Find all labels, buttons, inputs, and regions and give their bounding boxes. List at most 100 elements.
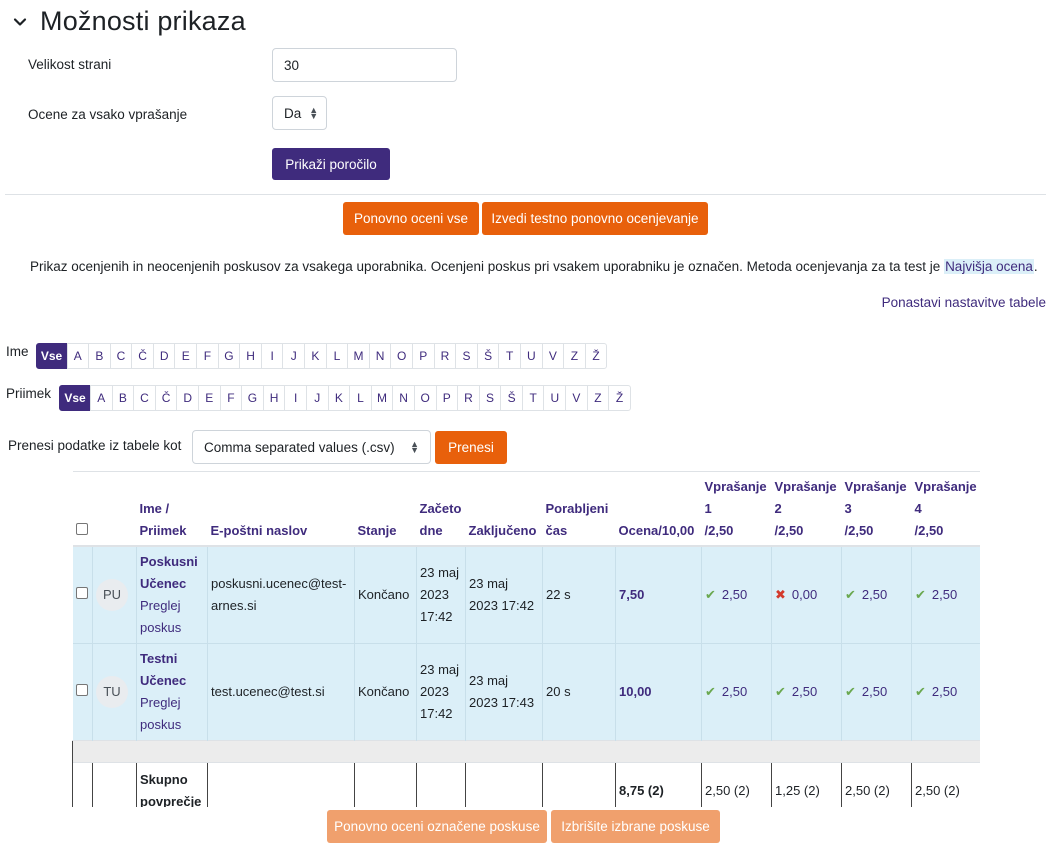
- question-2-header[interactable]: Vprašanje 2/2,50: [771, 471, 842, 547]
- initial-letter[interactable]: C: [133, 385, 156, 411]
- row-checkbox[interactable]: [75, 587, 88, 599]
- question-4-cell[interactable]: ✔ 2,50: [911, 545, 980, 644]
- initial-letter[interactable]: R: [457, 385, 480, 411]
- question-1-cell[interactable]: ✔ 2,50: [701, 545, 772, 644]
- initial-letter[interactable]: J: [305, 385, 329, 411]
- started-header[interactable]: Začeto dne: [416, 471, 466, 547]
- question-4-header[interactable]: Vprašanje 4/2,50: [911, 471, 980, 547]
- delete-selected-button[interactable]: Izbrišite izbrane poskuse: [551, 810, 720, 843]
- initial-letter[interactable]: I: [284, 385, 307, 411]
- reset-table-preferences-link[interactable]: Ponastavi nastavitve tabele: [882, 295, 1046, 310]
- initial-letter[interactable]: M: [370, 385, 394, 411]
- grade-link[interactable]: 10,00: [619, 684, 652, 699]
- page-size-input[interactable]: [272, 48, 457, 82]
- report-info-text: Prikaz ocenjenih in neocenjenih poskusov…: [30, 259, 1038, 274]
- grade-link[interactable]: 7,50: [619, 587, 644, 602]
- question-2-cell[interactable]: ✖ 0,00: [771, 545, 842, 644]
- time-taken-cell: 22 s: [542, 545, 616, 644]
- grade-header[interactable]: Ocena/10,00: [615, 471, 702, 547]
- initial-letter[interactable]: K: [304, 343, 327, 369]
- initial-letter[interactable]: Š: [500, 385, 523, 411]
- row-checkbox[interactable]: [75, 684, 88, 696]
- initial-letter[interactable]: T: [521, 385, 545, 411]
- state-header[interactable]: Stanje: [354, 471, 417, 547]
- initial-letter[interactable]: O: [390, 343, 414, 369]
- initial-letter[interactable]: Ž: [608, 385, 631, 411]
- user-name-link[interactable]: Testni Učenec: [140, 651, 186, 688]
- initial-letter[interactable]: Š: [476, 343, 500, 369]
- avatar[interactable]: PU: [96, 579, 128, 611]
- initial-letter[interactable]: A: [66, 343, 90, 369]
- email-cell: poskusni.ucenec@test-arnes.si: [207, 545, 355, 644]
- initial-letter[interactable]: E: [174, 343, 198, 369]
- initial-letter[interactable]: I: [260, 343, 284, 369]
- initial-letter[interactable]: N: [392, 385, 415, 411]
- initial-letter[interactable]: M: [347, 343, 370, 369]
- question-4-cell[interactable]: ✔ 2,50: [911, 643, 980, 741]
- initial-letter[interactable]: A: [90, 385, 113, 411]
- question-3-header[interactable]: Vprašanje 3/2,50: [841, 471, 912, 547]
- show-report-button[interactable]: Prikaži poročilo: [272, 148, 390, 180]
- dry-run-regrade-button[interactable]: Izvedi testno ponovno ocenjevanje: [482, 202, 708, 235]
- select-all-checkbox[interactable]: [75, 523, 88, 535]
- initial-letter[interactable]: J: [282, 343, 306, 369]
- initial-letter[interactable]: E: [197, 385, 221, 411]
- question-3-cell[interactable]: ✔ 2,50: [841, 643, 912, 741]
- initial-letter[interactable]: Z: [563, 343, 586, 369]
- initial-letter[interactable]: F: [196, 343, 219, 369]
- initial-letter[interactable]: F: [219, 385, 243, 411]
- initial-letter[interactable]: C: [109, 343, 133, 369]
- initial-letter[interactable]: T: [498, 343, 521, 369]
- initial-letter[interactable]: D: [152, 343, 176, 369]
- review-attempt-link[interactable]: Preglej poskus: [140, 695, 181, 732]
- question-1-header[interactable]: Vprašanje 1/2,50: [701, 471, 772, 547]
- chevron-down-icon[interactable]: [12, 14, 28, 30]
- initial-all[interactable]: Vse: [35, 343, 68, 369]
- initial-letter[interactable]: Č: [154, 385, 178, 411]
- download-button[interactable]: Prenesi: [435, 431, 507, 464]
- initial-letter[interactable]: N: [368, 343, 392, 369]
- initial-letter[interactable]: G: [241, 385, 264, 411]
- initial-letter[interactable]: K: [327, 385, 351, 411]
- initial-letter[interactable]: U: [519, 343, 543, 369]
- avatar[interactable]: TU: [96, 676, 128, 708]
- initial-letter[interactable]: R: [433, 343, 457, 369]
- options-section-header[interactable]: Možnosti prikaza: [12, 6, 246, 37]
- initial-letter[interactable]: B: [111, 385, 135, 411]
- table-header-row: Ime / Priimek E-poštni naslov Stanje Zače…: [72, 471, 980, 547]
- time-taken-header[interactable]: Porabljeni čas: [542, 471, 616, 547]
- initial-letter[interactable]: S: [455, 343, 478, 369]
- regrade-all-button[interactable]: Ponovno oceni vse: [343, 202, 479, 235]
- initial-letter[interactable]: U: [543, 385, 567, 411]
- initial-letter[interactable]: V: [565, 385, 588, 411]
- table-separator-row: [72, 740, 980, 763]
- per-question-label: Ocene za vsako vprašanje: [28, 107, 188, 122]
- initial-letter[interactable]: Ž: [584, 343, 608, 369]
- initial-letter[interactable]: Z: [586, 385, 610, 411]
- initial-letter[interactable]: G: [217, 343, 241, 369]
- initial-letter[interactable]: B: [88, 343, 111, 369]
- initial-letter[interactable]: P: [412, 343, 435, 369]
- question-1-cell[interactable]: ✔ 2,50: [701, 643, 772, 741]
- initial-letter[interactable]: S: [478, 385, 502, 411]
- question-3-cell[interactable]: ✔ 2,50: [841, 545, 912, 644]
- initial-letter[interactable]: D: [176, 385, 199, 411]
- email-header[interactable]: E-poštni naslov: [207, 471, 355, 547]
- user-name-link[interactable]: Poskusni Učenec: [140, 554, 198, 591]
- initial-letter[interactable]: L: [349, 385, 372, 411]
- download-format-select[interactable]: Comma separated values (.csv) ▲ ▼: [192, 430, 431, 464]
- initial-letter[interactable]: H: [262, 385, 286, 411]
- finished-header[interactable]: Zaključeno: [465, 471, 543, 547]
- question-2-cell[interactable]: ✔ 2,50: [771, 643, 842, 741]
- initial-letter[interactable]: V: [541, 343, 565, 369]
- initial-letter[interactable]: Č: [131, 343, 154, 369]
- initial-letter[interactable]: O: [413, 385, 437, 411]
- initial-all[interactable]: Vse: [59, 385, 92, 411]
- initial-letter[interactable]: L: [325, 343, 349, 369]
- regrade-selected-button[interactable]: Ponovno oceni označene poskuse: [327, 810, 547, 843]
- per-question-select[interactable]: Da ▲ ▼: [272, 96, 327, 130]
- name-header[interactable]: Ime / Priimek: [136, 471, 208, 547]
- initial-letter[interactable]: H: [239, 343, 262, 369]
- review-attempt-link[interactable]: Preglej poskus: [140, 598, 181, 635]
- initial-letter[interactable]: P: [435, 385, 459, 411]
